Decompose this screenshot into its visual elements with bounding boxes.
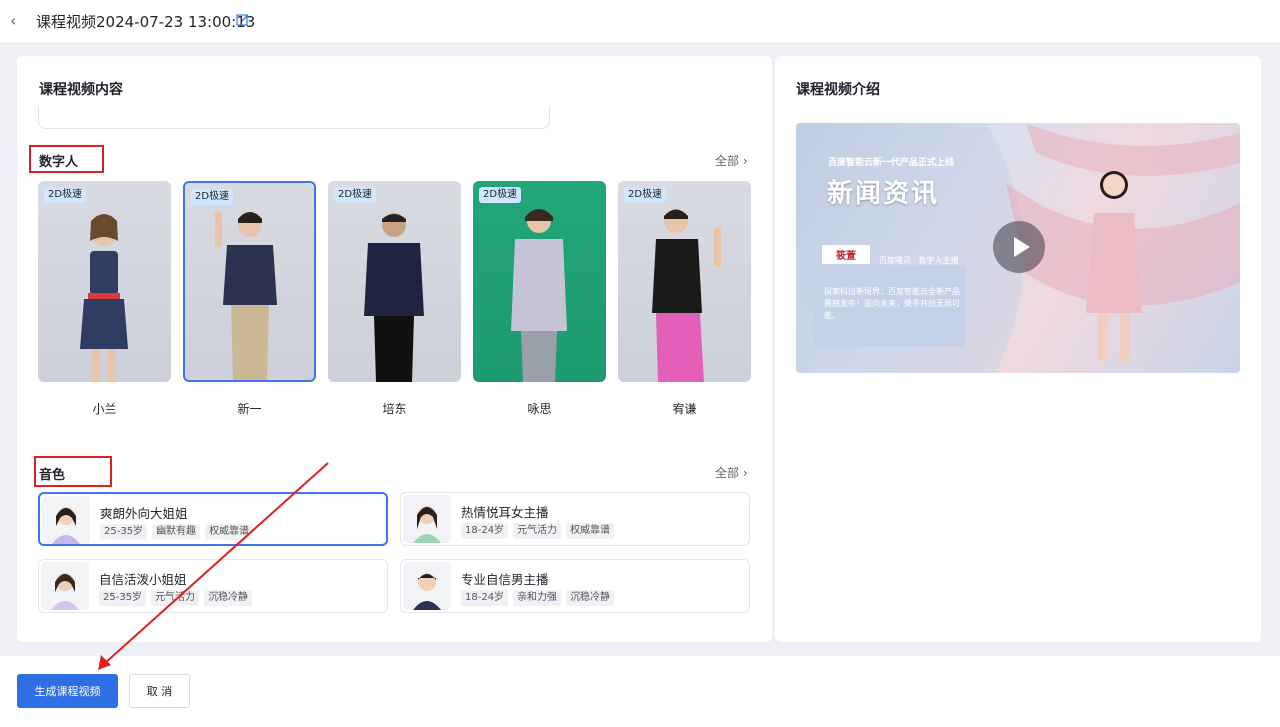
voice-card[interactable]: 热情悦耳女主播 18-24岁 元气活力 权威靠谱: [400, 492, 750, 546]
tag: 25-35岁: [100, 524, 148, 540]
page-title: 课程视频2024-07-23 13:00:13: [36, 13, 256, 31]
voice-tags: 25-35岁 幽默有趣 权威靠谱: [100, 524, 254, 540]
generate-video-button[interactable]: 生成课程视频: [17, 674, 118, 708]
cancel-button[interactable]: 取 消: [129, 674, 190, 708]
voice-tags: 18-24岁 元气活力 权威靠谱: [461, 523, 615, 539]
voice-tags: 25-35岁 元气活力 沉稳冷静: [99, 590, 253, 606]
digital-human-title: 数字人: [39, 155, 79, 170]
tag: 元气活力: [513, 523, 562, 539]
tag: 亲和力强: [513, 590, 562, 606]
tag: 权威靠谱: [566, 523, 615, 539]
avatar-card-youqian[interactable]: 2D极速: [618, 181, 751, 382]
content-title: 课程视频内容: [39, 82, 123, 98]
badge-2d: 2D极速: [334, 187, 377, 203]
tag: 沉稳冷静: [566, 590, 615, 606]
voice-card[interactable]: 爽朗外向大姐姐 25-35岁 幽默有趣 权威靠谱: [38, 492, 388, 546]
tag: 权威靠谱: [205, 524, 254, 540]
avatar-figure-icon: [215, 211, 277, 380]
script-input[interactable]: [38, 106, 550, 129]
play-icon[interactable]: [993, 221, 1045, 273]
female-avatar-icon: [42, 496, 90, 544]
content-panel: 课程视频内容 数字人 全部 › 2D极速 2D极速 2D极速 2D极速 2D极速…: [17, 56, 772, 642]
digital-human-all-link[interactable]: 全部 ›: [715, 152, 748, 169]
avatar-figure-icon: [511, 209, 567, 382]
avatar-card-xiaolan[interactable]: 2D极速: [38, 181, 171, 382]
badge-2d: 2D极速: [44, 187, 87, 203]
voice-title: 音色: [39, 468, 66, 483]
avatar-card-peidong[interactable]: 2D极速: [328, 181, 461, 382]
tag: 25-35岁: [99, 590, 147, 606]
female-avatar-icon: [403, 495, 451, 543]
voice-card[interactable]: 自信活泼小姐姐 25-35岁 元气活力 沉稳冷静: [38, 559, 388, 613]
avatar-name: 宥谦: [672, 402, 697, 416]
video-headline: 新闻资讯: [827, 179, 940, 209]
avatar-figure-icon: [652, 209, 721, 382]
top-bar: ‹ 课程视频2024-07-23 13:00:13: [0, 0, 1280, 42]
intro-panel: 课程视频介绍 百度智能云新一代产品正式上线 新闻资讯 筱萱 百度曦灵 · 数字人…: [775, 56, 1261, 642]
avatar-figure-icon: [364, 213, 424, 382]
male-avatar-icon: [403, 562, 451, 610]
voice-name: 自信活泼小姐姐: [99, 572, 187, 587]
tag: 18-24岁: [461, 523, 509, 539]
tag: 元气活力: [151, 590, 200, 606]
avatar-card-yongsi[interactable]: 2D极速: [473, 181, 606, 382]
anchor-role: 百度曦灵 · 数字人主播: [879, 256, 959, 265]
voice-name: 专业自信男主播: [461, 572, 549, 587]
tag: 沉稳冷静: [204, 590, 253, 606]
voice-all-link[interactable]: 全部 ›: [715, 464, 748, 481]
tag: 幽默有趣: [152, 524, 201, 540]
voice-tags: 18-24岁 亲和力强 沉稳冷静: [461, 590, 615, 606]
voice-name: 热情悦耳女主播: [461, 505, 549, 520]
avatar-name: 培东: [382, 402, 407, 416]
footer-bar: 生成课程视频 取 消: [0, 656, 1280, 727]
anchor-name: 筱萱: [822, 245, 870, 264]
edit-icon[interactable]: [236, 13, 250, 27]
avatar-name: 小兰: [92, 402, 117, 416]
badge-2d: 2D极速: [191, 189, 234, 205]
back-icon[interactable]: ‹: [10, 12, 24, 30]
female-avatar-icon: [41, 562, 89, 610]
intro-video[interactable]: 百度智能云新一代产品正式上线 新闻资讯 筱萱 百度曦灵 · 数字人主播 探索科技…: [796, 123, 1240, 373]
badge-2d: 2D极速: [479, 187, 522, 203]
avatar-figure-icon: [80, 214, 128, 382]
avatar-name: 咏思: [527, 402, 552, 416]
intro-title: 课程视频介绍: [796, 82, 880, 98]
tag: 18-24岁: [461, 590, 509, 606]
video-caption: 探索科技新境界：百度智能云全新产品震撼发布！面向未来，携手共创无限可能。: [824, 287, 960, 320]
voice-name: 爽朗外向大姐姐: [100, 506, 188, 521]
avatar-card-xinyi[interactable]: 2D极速: [183, 181, 316, 382]
voice-card[interactable]: 专业自信男主播 18-24岁 亲和力强 沉稳冷静: [400, 559, 750, 613]
badge-2d: 2D极速: [624, 187, 667, 203]
avatar-name: 新一: [237, 402, 262, 416]
video-subtitle: 百度智能云新一代产品正式上线: [828, 158, 955, 168]
